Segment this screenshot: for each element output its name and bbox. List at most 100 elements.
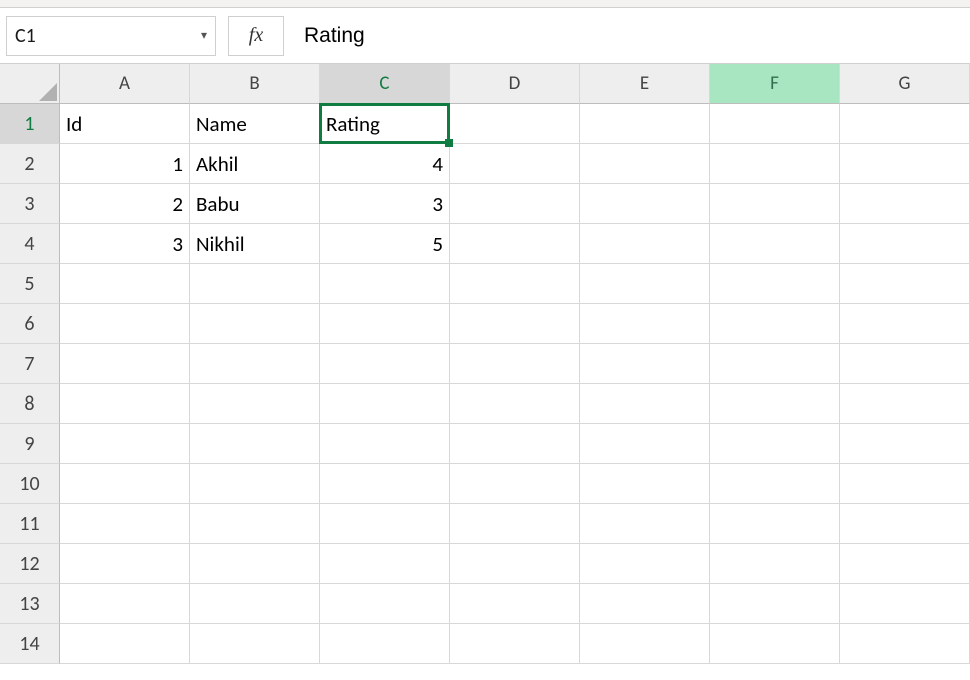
- cell-F8[interactable]: [710, 384, 840, 424]
- cell-D7[interactable]: [450, 344, 580, 384]
- row-header-9[interactable]: 9: [0, 424, 60, 464]
- cell-B1[interactable]: Name: [190, 104, 320, 144]
- cell-F6[interactable]: [710, 304, 840, 344]
- cell-B2[interactable]: Akhil: [190, 144, 320, 184]
- cell-B8[interactable]: [190, 384, 320, 424]
- cell-G14[interactable]: [840, 624, 970, 664]
- cell-G10[interactable]: [840, 464, 970, 504]
- cell-G4[interactable]: [840, 224, 970, 264]
- cell-D11[interactable]: [450, 504, 580, 544]
- row-header-13[interactable]: 13: [0, 584, 60, 624]
- cell-A2[interactable]: 1: [60, 144, 190, 184]
- col-header-G[interactable]: G: [840, 64, 970, 104]
- cell-E4[interactable]: [580, 224, 710, 264]
- row-header-14[interactable]: 14: [0, 624, 60, 664]
- cell-C5[interactable]: [320, 264, 450, 304]
- cell-E9[interactable]: [580, 424, 710, 464]
- row-header-2[interactable]: 2: [0, 144, 60, 184]
- cell-F14[interactable]: [710, 624, 840, 664]
- cell-D4[interactable]: [450, 224, 580, 264]
- col-header-E[interactable]: E: [580, 64, 710, 104]
- cell-C1[interactable]: Rating: [320, 104, 450, 144]
- cell-C9[interactable]: [320, 424, 450, 464]
- col-header-B[interactable]: B: [190, 64, 320, 104]
- cell-D5[interactable]: [450, 264, 580, 304]
- cell-D10[interactable]: [450, 464, 580, 504]
- cell-E2[interactable]: [580, 144, 710, 184]
- cell-A1[interactable]: Id: [60, 104, 190, 144]
- cell-D12[interactable]: [450, 544, 580, 584]
- row-header-7[interactable]: 7: [0, 344, 60, 384]
- cell-A6[interactable]: [60, 304, 190, 344]
- row-header-5[interactable]: 5: [0, 264, 60, 304]
- cell-C7[interactable]: [320, 344, 450, 384]
- cell-F9[interactable]: [710, 424, 840, 464]
- cell-C3[interactable]: 3: [320, 184, 450, 224]
- cell-F12[interactable]: [710, 544, 840, 584]
- row-header-11[interactable]: 11: [0, 504, 60, 544]
- cell-B9[interactable]: [190, 424, 320, 464]
- cell-B3[interactable]: Babu: [190, 184, 320, 224]
- cell-A3[interactable]: 2: [60, 184, 190, 224]
- cell-C8[interactable]: [320, 384, 450, 424]
- cell-G5[interactable]: [840, 264, 970, 304]
- cell-C11[interactable]: [320, 504, 450, 544]
- formula-input[interactable]: [300, 16, 964, 56]
- cell-E10[interactable]: [580, 464, 710, 504]
- cell-A10[interactable]: [60, 464, 190, 504]
- cell-G7[interactable]: [840, 344, 970, 384]
- cell-F7[interactable]: [710, 344, 840, 384]
- cell-F13[interactable]: [710, 584, 840, 624]
- cell-B13[interactable]: [190, 584, 320, 624]
- cell-G1[interactable]: [840, 104, 970, 144]
- cell-B11[interactable]: [190, 504, 320, 544]
- cell-B14[interactable]: [190, 624, 320, 664]
- cell-A7[interactable]: [60, 344, 190, 384]
- cell-D9[interactable]: [450, 424, 580, 464]
- cell-C13[interactable]: [320, 584, 450, 624]
- row-header-10[interactable]: 10: [0, 464, 60, 504]
- cell-G12[interactable]: [840, 544, 970, 584]
- cell-E12[interactable]: [580, 544, 710, 584]
- cell-G11[interactable]: [840, 504, 970, 544]
- cell-C6[interactable]: [320, 304, 450, 344]
- cell-A8[interactable]: [60, 384, 190, 424]
- cell-E3[interactable]: [580, 184, 710, 224]
- row-header-12[interactable]: 12: [0, 544, 60, 584]
- cell-D6[interactable]: [450, 304, 580, 344]
- row-header-1[interactable]: 1: [0, 104, 60, 144]
- col-header-A[interactable]: A: [60, 64, 190, 104]
- select-all-corner[interactable]: [0, 64, 60, 104]
- cell-A12[interactable]: [60, 544, 190, 584]
- col-header-C[interactable]: C: [320, 64, 450, 104]
- cell-B10[interactable]: [190, 464, 320, 504]
- cell-B5[interactable]: [190, 264, 320, 304]
- cell-F3[interactable]: [710, 184, 840, 224]
- cell-F2[interactable]: [710, 144, 840, 184]
- col-header-F[interactable]: F: [710, 64, 840, 104]
- row-header-3[interactable]: 3: [0, 184, 60, 224]
- cell-C10[interactable]: [320, 464, 450, 504]
- cell-E11[interactable]: [580, 504, 710, 544]
- cell-A13[interactable]: [60, 584, 190, 624]
- cell-A11[interactable]: [60, 504, 190, 544]
- cell-B7[interactable]: [190, 344, 320, 384]
- cell-D3[interactable]: [450, 184, 580, 224]
- row-header-8[interactable]: 8: [0, 384, 60, 424]
- cell-D8[interactable]: [450, 384, 580, 424]
- sheet-grid[interactable]: ABCDEFG1IdNameRating21Akhil432Babu343Nik…: [0, 64, 970, 664]
- cell-F5[interactable]: [710, 264, 840, 304]
- cell-F1[interactable]: [710, 104, 840, 144]
- row-header-4[interactable]: 4: [0, 224, 60, 264]
- cell-B6[interactable]: [190, 304, 320, 344]
- cell-E6[interactable]: [580, 304, 710, 344]
- cell-F4[interactable]: [710, 224, 840, 264]
- cell-C2[interactable]: 4: [320, 144, 450, 184]
- cell-D14[interactable]: [450, 624, 580, 664]
- cell-D1[interactable]: [450, 104, 580, 144]
- cell-G8[interactable]: [840, 384, 970, 424]
- cell-A9[interactable]: [60, 424, 190, 464]
- cell-E8[interactable]: [580, 384, 710, 424]
- cell-G13[interactable]: [840, 584, 970, 624]
- cell-D2[interactable]: [450, 144, 580, 184]
